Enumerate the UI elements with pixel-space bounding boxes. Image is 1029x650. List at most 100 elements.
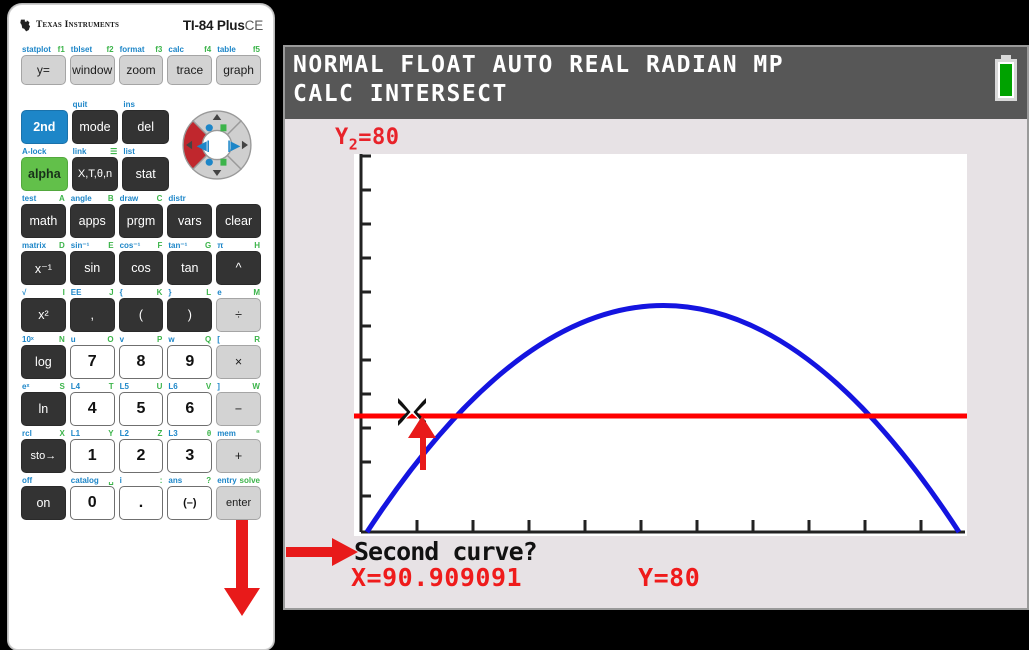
function-label-subscript: 2 bbox=[348, 135, 359, 154]
key-clear[interactable]: clear bbox=[216, 204, 261, 238]
key-math[interactable]: math bbox=[21, 204, 66, 238]
coordinate-y: Y=80 bbox=[638, 563, 701, 593]
coordinate-readout: X=90.909091 Y=80 bbox=[285, 563, 1027, 593]
key-del[interactable]: del bbox=[122, 110, 170, 144]
key-row-math: test A math angle B apps draw C prgm dis… bbox=[19, 192, 263, 238]
key-secondary-labels: statplot f1 bbox=[19, 43, 68, 55]
alpha-label: Y bbox=[108, 429, 114, 438]
key-zoom[interactable]: zoom bbox=[118, 55, 164, 85]
second-label: quit bbox=[72, 100, 88, 109]
second-label: [ bbox=[217, 335, 220, 344]
key-y-equals[interactable]: y= bbox=[21, 55, 66, 85]
second-label: u bbox=[70, 335, 76, 344]
alpha-label: E bbox=[108, 241, 114, 250]
key-enter[interactable]: enter bbox=[216, 486, 261, 520]
alpha-label: D bbox=[59, 241, 65, 250]
function-label-value: =80 bbox=[358, 125, 400, 150]
alpha-label: H bbox=[254, 241, 260, 250]
key-trace[interactable]: trace bbox=[167, 55, 213, 85]
key-log[interactable]: log bbox=[21, 345, 66, 379]
key-row-square: √ I x² EE J , { K (} L) e M ÷ bbox=[19, 286, 263, 332]
key-secondary-labels: L1 Y bbox=[68, 427, 117, 439]
status-mode-line: NORMAL FLOAT AUTO REAL RADIAN MP bbox=[293, 52, 785, 78]
key-subtract[interactable]: − bbox=[216, 392, 261, 426]
key-2nd[interactable]: 2nd bbox=[21, 110, 68, 144]
key-on[interactable]: on bbox=[21, 486, 66, 520]
key-cos[interactable]: cos bbox=[118, 251, 164, 285]
second-label: L2 bbox=[119, 429, 129, 438]
key-square[interactable]: x² bbox=[21, 298, 66, 332]
key-store[interactable]: sto→ bbox=[21, 439, 66, 473]
key-x-t-theta-n[interactable]: X,T,θ,n bbox=[71, 157, 119, 191]
second-label: cos⁻¹ bbox=[119, 241, 141, 250]
key-power[interactable]: ^ bbox=[216, 251, 261, 285]
key-cell: quit mode bbox=[70, 98, 121, 144]
key-graph[interactable]: graph bbox=[216, 55, 261, 85]
alpha-label: : bbox=[159, 476, 163, 485]
key-divide[interactable]: ÷ bbox=[216, 298, 261, 332]
key-ln[interactable]: ln bbox=[21, 392, 66, 426]
key-negate[interactable]: (–) bbox=[167, 486, 213, 520]
key-secondary-labels: u O bbox=[68, 333, 117, 345]
directional-pad[interactable]: ◀| |▶ bbox=[174, 102, 260, 188]
key-secondary-labels: ] W bbox=[214, 380, 263, 392]
key-secondary-labels: v P bbox=[117, 333, 166, 345]
space-icon: ␣ bbox=[108, 476, 114, 485]
key-cell: π H ^ bbox=[214, 239, 263, 285]
key-comma[interactable]: , bbox=[69, 298, 115, 332]
key-cell: tblset f2 window bbox=[68, 43, 117, 85]
key-secondary-labels: . bbox=[214, 192, 263, 204]
key-1[interactable]: 1 bbox=[69, 439, 115, 473]
key-prgm[interactable]: prgm bbox=[118, 204, 164, 238]
key-cell: calc f4 trace bbox=[165, 43, 214, 85]
key-3[interactable]: 3 bbox=[167, 439, 213, 473]
key-cell: tan⁻¹ G tan bbox=[165, 239, 214, 285]
key-reciprocal[interactable]: x⁻¹ bbox=[21, 251, 66, 285]
key-secondary-labels: quit bbox=[70, 98, 121, 110]
alpha-label: L bbox=[206, 288, 212, 297]
key-decimal-point[interactable]: . bbox=[118, 486, 164, 520]
key-2[interactable]: 2 bbox=[118, 439, 164, 473]
key-tan[interactable]: tan bbox=[167, 251, 213, 285]
key-secondary-labels: A-lock bbox=[19, 145, 70, 157]
key-cell: ans ? (–) bbox=[165, 474, 214, 520]
key-multiply[interactable]: × bbox=[216, 345, 261, 379]
key-cell: EE J , bbox=[68, 286, 117, 332]
graph-plot-area[interactable] bbox=[354, 154, 967, 536]
calc-prompt-block: Second curve? X=90.909091 Y=80 bbox=[285, 538, 1027, 593]
key-row-2nd: 2nd quit mode ins del bbox=[19, 98, 171, 144]
key-cell: catalog ␣ 0 bbox=[68, 474, 117, 520]
key-stat[interactable]: stat bbox=[122, 157, 170, 191]
key-secondary-labels: draw C bbox=[117, 192, 166, 204]
alpha-label: J bbox=[109, 288, 114, 297]
key-window[interactable]: window bbox=[69, 55, 115, 85]
alpha-label: S bbox=[59, 382, 65, 391]
key-right-paren[interactable]: ) bbox=[167, 298, 213, 332]
alpha-label: “ bbox=[255, 429, 260, 438]
key-5[interactable]: 5 bbox=[118, 392, 164, 426]
calculator-screen: NORMAL FLOAT AUTO REAL RADIAN MP CALC IN… bbox=[283, 45, 1029, 610]
key-8[interactable]: 8 bbox=[118, 345, 164, 379]
key-mode[interactable]: mode bbox=[71, 110, 119, 144]
key-7[interactable]: 7 bbox=[69, 345, 115, 379]
key-cell: L1 Y 1 bbox=[68, 427, 117, 473]
key-row-function: statplot f1 y= tblset f2 window format f… bbox=[19, 43, 263, 85]
key-vars[interactable]: vars bbox=[167, 204, 213, 238]
key-alpha[interactable]: alpha bbox=[21, 157, 68, 191]
key-cell: statplot f1 y= bbox=[19, 43, 68, 85]
alpha-label: B bbox=[107, 194, 114, 203]
key-0[interactable]: 0 bbox=[69, 486, 115, 520]
key-6[interactable]: 6 bbox=[167, 392, 213, 426]
key-left-paren[interactable]: ( bbox=[118, 298, 164, 332]
key-secondary-labels: tan⁻¹ G bbox=[165, 239, 214, 251]
key-add[interactable]: + bbox=[216, 439, 261, 473]
second-label: e bbox=[217, 288, 222, 297]
key-apps[interactable]: apps bbox=[69, 204, 115, 238]
key-4[interactable]: 4 bbox=[69, 392, 115, 426]
second-label: angle bbox=[70, 194, 92, 203]
second-label: L6 bbox=[168, 382, 178, 391]
calculator-device: Texas Instruments TI-84 PlusCE statplot … bbox=[8, 4, 274, 650]
key-sin[interactable]: sin bbox=[69, 251, 115, 285]
dpad-wrapper: ◀| |▶ bbox=[171, 98, 263, 188]
key-9[interactable]: 9 bbox=[167, 345, 213, 379]
